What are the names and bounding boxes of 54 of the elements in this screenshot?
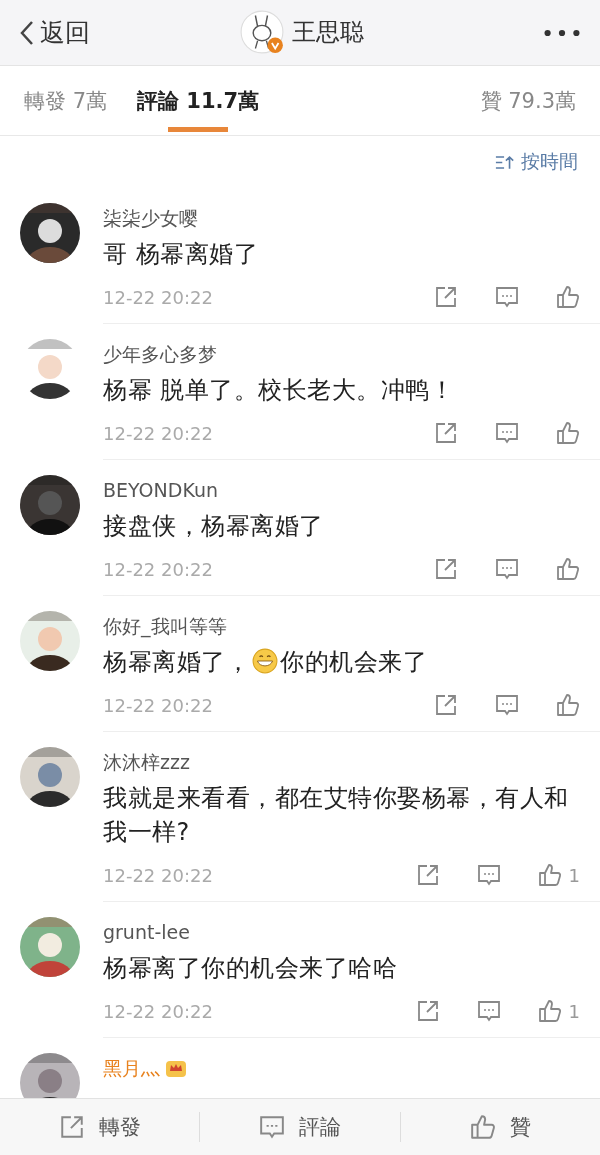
timestamp: 12-22 20:22 xyxy=(103,694,213,716)
timestamp: 12-22 20:22 xyxy=(103,422,213,444)
share-icon[interactable] xyxy=(415,863,440,887)
comment-icon[interactable] xyxy=(476,863,501,887)
timestamp: 12-22 20:22 xyxy=(103,1000,213,1022)
tab[interactable]: 轉發 7萬 xyxy=(24,65,108,136)
timestamp: 12-22 20:22 xyxy=(103,558,213,580)
comment-text: 杨幂离婚了， 你的机会来了 xyxy=(103,647,428,678)
user-name[interactable]: 沐沐梓zzz xyxy=(103,750,190,774)
share-icon[interactable] xyxy=(58,1114,85,1140)
avatar-with-verified-badge-icon[interactable] xyxy=(240,10,284,54)
back-button[interactable]: 返回 xyxy=(0,16,90,49)
like-count: 1 xyxy=(568,864,580,886)
share-icon[interactable] xyxy=(434,693,458,717)
comment-button[interactable]: 評論 xyxy=(200,1112,401,1142)
share-icon[interactable] xyxy=(415,999,440,1023)
thumbs-up-icon[interactable] xyxy=(537,999,562,1023)
user-name[interactable]: BEYONDKun xyxy=(103,478,218,502)
comment-icon[interactable] xyxy=(495,693,519,717)
timestamp: 12-22 20:22 xyxy=(103,864,213,886)
thumbs-up-icon[interactable] xyxy=(537,863,562,887)
user-name[interactable]: 柒柒少女嘤 xyxy=(103,206,198,230)
sort-button[interactable]: 按時間 xyxy=(495,149,578,175)
comment-icon[interactable] xyxy=(495,285,519,309)
sort-icon[interactable] xyxy=(495,154,515,170)
account-name: 王思聪 xyxy=(292,17,364,48)
comment-text: 接盘侠，杨幂离婚了 xyxy=(103,511,325,542)
share-button[interactable]: 轉發 xyxy=(0,1112,201,1142)
user-name[interactable]: 少年多心多梦 xyxy=(103,342,217,366)
share-icon[interactable] xyxy=(434,421,458,445)
share-icon[interactable] xyxy=(434,557,458,581)
like-button[interactable]: 贊 xyxy=(400,1112,600,1142)
thumbs-up-icon[interactable] xyxy=(556,421,580,445)
comment-text: 杨幂离了你的机会来了哈哈 xyxy=(103,953,398,984)
share-icon[interactable] xyxy=(434,285,458,309)
comment-icon[interactable] xyxy=(476,999,501,1023)
comment-text: 我就是来看看，都在艾特你娶杨幂，有人和我一样? xyxy=(103,783,570,848)
comment-text: 杨幂 脱单了。校长老大。冲鸭！ xyxy=(103,375,456,406)
timestamp: 12-22 20:22 xyxy=(103,286,213,308)
thumbs-up-icon[interactable] xyxy=(556,285,580,309)
comment-text: 哥 杨幂离婚了 xyxy=(103,239,260,270)
comment-icon[interactable] xyxy=(495,421,519,445)
tab[interactable]: 贊 79.3萬 xyxy=(480,65,576,136)
user-name[interactable]: 你好_我叫等等 xyxy=(103,614,227,638)
thumbs-up-icon[interactable] xyxy=(469,1114,496,1140)
like-count: 1 xyxy=(568,1000,580,1022)
comment-icon[interactable] xyxy=(495,557,519,581)
user-name[interactable]: grunt-lee xyxy=(103,920,190,944)
more-icon[interactable] xyxy=(544,28,580,37)
thumbs-up-icon[interactable] xyxy=(556,557,580,581)
grinning-face-icon xyxy=(252,648,278,674)
thumbs-up-icon[interactable] xyxy=(556,693,580,717)
back-icon[interactable] xyxy=(20,19,34,46)
comment-icon[interactable] xyxy=(259,1114,285,1140)
